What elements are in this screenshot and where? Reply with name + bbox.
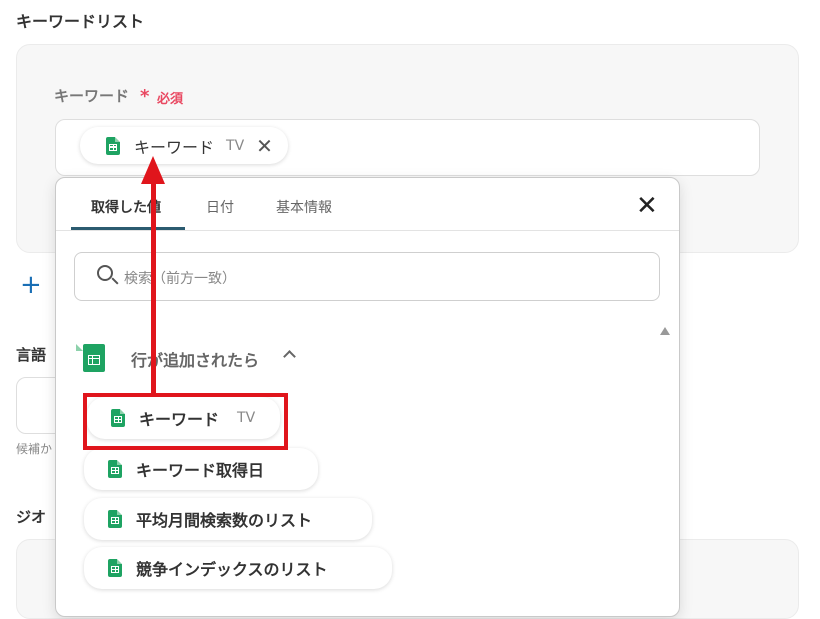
list-item[interactable]: 競争インデックスのリスト [84, 547, 392, 589]
section-title: キーワードリスト [16, 12, 145, 31]
hint-text: 候補か [16, 442, 53, 456]
search-icon [97, 265, 113, 281]
language-label: 言語 [16, 346, 47, 364]
geo-label: ジオ [16, 508, 47, 526]
highlight-box [83, 393, 288, 450]
arrow-head-icon [141, 156, 165, 184]
google-sheets-icon [108, 510, 122, 528]
required-star: * [140, 86, 150, 107]
item-label: キーワード取得日 [136, 461, 265, 480]
search-placeholder: 検索（前方一致） [124, 271, 236, 287]
tab-basic-info[interactable]: 基本情報 [276, 197, 332, 217]
plus-icon[interactable]: + [20, 272, 42, 298]
list-item[interactable]: 平均月間検索数のリスト [84, 498, 372, 540]
list-item[interactable]: キーワード取得日 [84, 448, 318, 490]
tab-divider [56, 230, 679, 231]
chip-tag: TV [226, 137, 245, 154]
required-label: 必須 [157, 92, 184, 107]
chip-label: キーワード [134, 137, 215, 157]
tab-date[interactable]: 日付 [206, 197, 234, 217]
google-sheets-icon [106, 136, 120, 155]
selected-value-chip[interactable]: キーワード TV ✕ [80, 127, 288, 164]
close-icon[interactable]: ✕ [256, 136, 273, 156]
annotation-arrow [151, 180, 156, 394]
item-label: 競争インデックスのリスト [136, 560, 328, 579]
scroll-up-icon[interactable] [660, 327, 670, 335]
keyword-label: キーワード [54, 87, 130, 105]
google-sheets-icon [108, 460, 122, 478]
close-icon[interactable]: ✕ [636, 193, 658, 219]
google-sheets-icon [108, 559, 122, 577]
item-label: 平均月間検索数のリスト [136, 511, 313, 530]
